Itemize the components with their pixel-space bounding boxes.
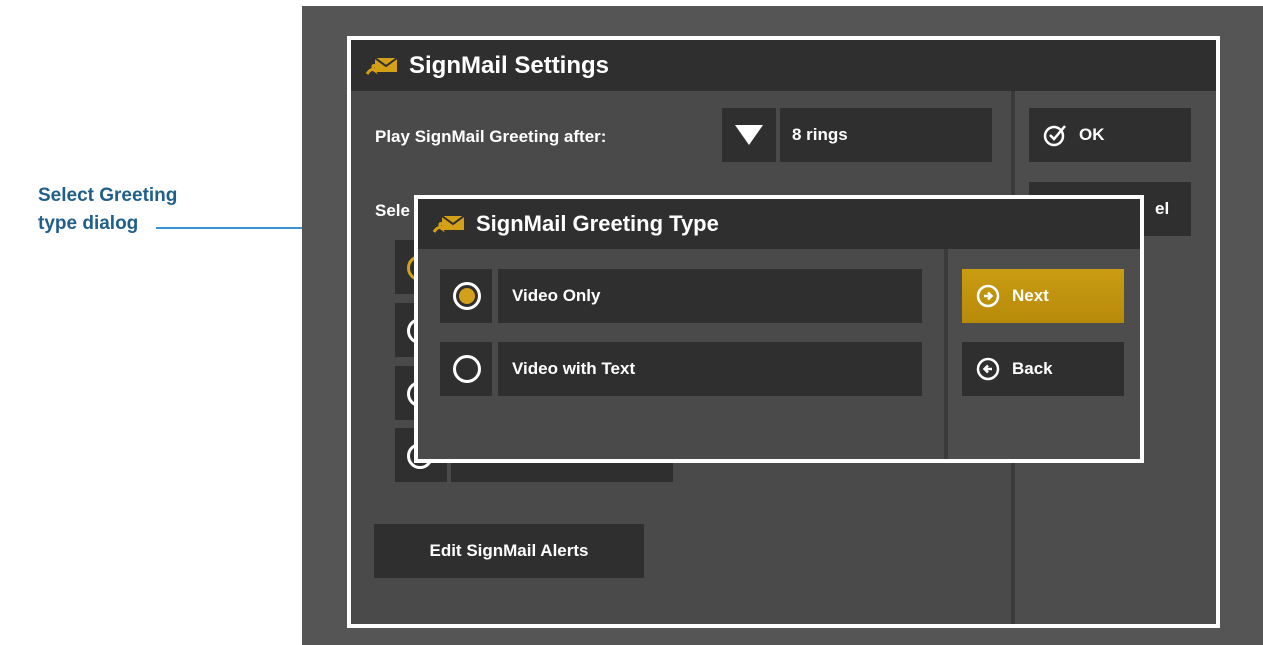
radio-selected-indicator xyxy=(453,282,481,310)
play-after-label: Play SignMail Greeting after: xyxy=(375,127,607,146)
callout-line-1: Select Greeting xyxy=(38,185,178,206)
next-label: Next xyxy=(1012,286,1049,305)
settings-titlebar: SignMail Settings xyxy=(351,40,1216,91)
callout-text: Select Greeting type dialog xyxy=(38,182,238,238)
check-circle-icon xyxy=(1043,125,1066,147)
signmail-envelope-icon xyxy=(365,56,398,75)
ok-label: OK xyxy=(1079,125,1105,144)
video-only-option[interactable]: Video Only xyxy=(498,269,922,323)
rings-dropdown-button[interactable] xyxy=(722,108,776,162)
video-only-radio[interactable] xyxy=(440,269,492,323)
dialog-titlebar: SignMail Greeting Type xyxy=(418,199,1140,249)
rings-dropdown-value[interactable]: 8 rings xyxy=(780,108,992,162)
triangle-down-icon xyxy=(735,125,763,145)
arrow-left-circle-icon xyxy=(976,357,1000,381)
settings-title: SignMail Settings xyxy=(409,51,610,79)
callout-line-2: type dialog xyxy=(38,213,139,234)
signmail-envelope-icon xyxy=(432,215,465,233)
next-button[interactable]: Next xyxy=(962,269,1124,323)
dialog-title: SignMail Greeting Type xyxy=(476,211,719,236)
video-with-text-option[interactable]: Video with Text xyxy=(498,342,922,396)
video-with-text-radio[interactable] xyxy=(440,342,492,396)
greeting-type-dialog: SignMail Greeting Type Video Only Video … xyxy=(414,195,1144,463)
arrow-right-circle-icon xyxy=(976,284,1000,308)
back-label: Back xyxy=(1012,359,1053,378)
cancel-label: el xyxy=(1155,199,1170,218)
ok-button[interactable]: OK xyxy=(1029,108,1191,162)
select-greeting-label: Sele xyxy=(375,201,410,220)
back-button[interactable]: Back xyxy=(962,342,1124,396)
radio-unselected-indicator xyxy=(453,355,481,383)
edit-signmail-alerts-button[interactable]: Edit SignMail Alerts xyxy=(374,524,644,578)
